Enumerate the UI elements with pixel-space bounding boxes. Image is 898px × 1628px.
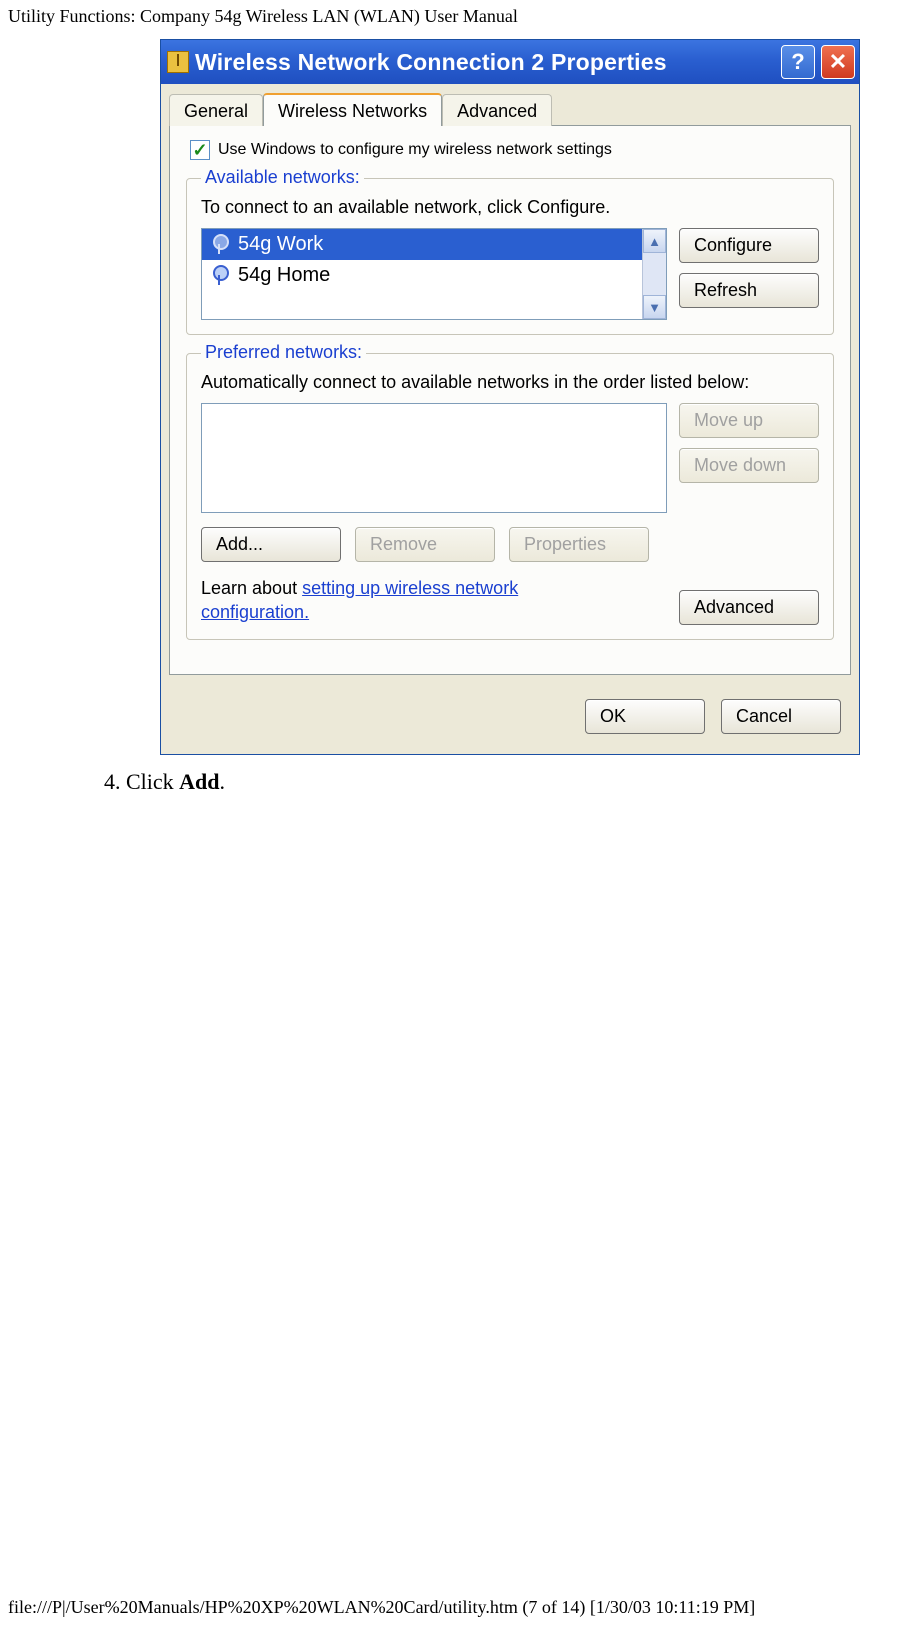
scrollbar[interactable]: ▲ ▼ (642, 229, 666, 319)
available-legend: Available networks: (201, 167, 364, 188)
configure-button[interactable]: Configure (679, 228, 819, 263)
dialog-wrapper: Wireless Network Connection 2 Properties… (160, 39, 860, 755)
titlebar[interactable]: Wireless Network Connection 2 Properties… (161, 40, 859, 84)
available-desc: To connect to an available network, clic… (201, 197, 819, 218)
use-windows-checkbox[interactable]: ✓ (190, 140, 210, 160)
page-footer: file:///P|/User%20Manuals/HP%20XP%20WLAN… (8, 1597, 755, 1618)
step-number: 4. (104, 769, 121, 794)
properties-dialog: Wireless Network Connection 2 Properties… (160, 39, 860, 755)
remove-button[interactable]: Remove (355, 527, 495, 562)
window-title: Wireless Network Connection 2 Properties (195, 49, 775, 76)
instruction-step: 4. Click Add. (104, 769, 898, 795)
move-down-button[interactable]: Move down (679, 448, 819, 483)
preferred-listbox[interactable] (201, 403, 667, 513)
close-button[interactable]: ✕ (821, 45, 855, 79)
learn-prefix: Learn about (201, 578, 302, 598)
scroll-up-button[interactable]: ▲ (643, 229, 666, 253)
refresh-button[interactable]: Refresh (679, 273, 819, 308)
properties-button[interactable]: Properties (509, 527, 649, 562)
available-listbox[interactable]: 54g Work 54g Home ▲ ▼ (201, 228, 667, 320)
preferred-networks-group: Preferred networks: Automatically connec… (186, 353, 834, 640)
advanced-button[interactable]: Advanced (679, 590, 819, 625)
tab-general[interactable]: General (169, 94, 263, 126)
learn-text: Learn about setting up wireless network … (201, 576, 631, 625)
help-button[interactable]: ? (781, 45, 815, 79)
scroll-down-button[interactable]: ▼ (643, 295, 666, 319)
dialog-footer: OK Cancel (161, 683, 859, 754)
move-up-button[interactable]: Move up (679, 403, 819, 438)
add-button[interactable]: Add... (201, 527, 341, 562)
step-post: . (220, 769, 226, 794)
use-windows-label: Use Windows to configure my wireless net… (218, 141, 612, 159)
use-windows-row: ✓ Use Windows to configure my wireless n… (190, 140, 834, 160)
list-item[interactable]: 54g Home (202, 260, 642, 291)
preferred-desc: Automatically connect to available netwo… (201, 372, 819, 393)
step-pre: Click (121, 769, 180, 794)
step-bold: Add (179, 769, 219, 794)
network-icon (210, 267, 228, 285)
list-item-label: 54g Home (238, 264, 330, 287)
tab-wireless-networks[interactable]: Wireless Networks (263, 93, 442, 126)
preferred-legend: Preferred networks: (201, 342, 366, 363)
ok-button[interactable]: OK (585, 699, 705, 734)
available-networks-group: Available networks: To connect to an ava… (186, 178, 834, 335)
page-header: Utility Functions: Company 54g Wireless … (0, 0, 898, 39)
list-item-label: 54g Work (238, 233, 323, 256)
tab-advanced[interactable]: Advanced (442, 94, 552, 126)
network-icon (210, 236, 228, 254)
tabs-row: General Wireless Networks Advanced (161, 84, 859, 125)
window-icon (167, 51, 189, 73)
tab-panel: ✓ Use Windows to configure my wireless n… (169, 125, 851, 675)
cancel-button[interactable]: Cancel (721, 699, 841, 734)
list-item[interactable]: 54g Work (202, 229, 642, 260)
